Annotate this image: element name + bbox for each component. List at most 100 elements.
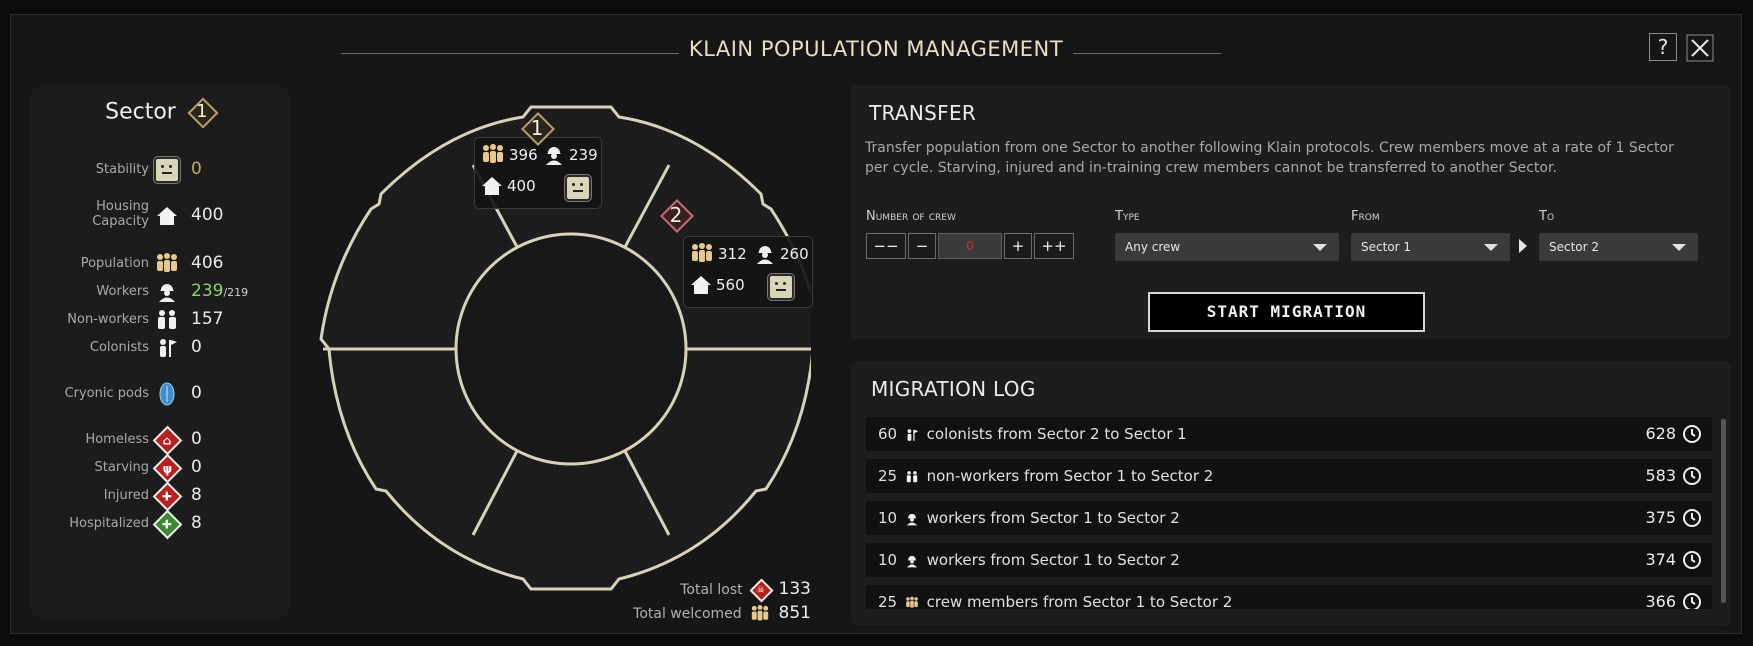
stat-hospitalized: Hospitalized ✚ 8 xyxy=(31,509,289,539)
log-entry: 10 workers from Sector 1 to Sector 2 374 xyxy=(866,543,1712,577)
worker-icon xyxy=(154,279,180,305)
stat-label: Workers xyxy=(96,284,149,299)
sector-workers: 239 xyxy=(569,146,598,164)
cryo-pod-icon xyxy=(154,381,180,407)
house-icon xyxy=(482,177,502,195)
log-scrollbar[interactable] xyxy=(1721,419,1726,603)
stat-label: Population xyxy=(80,256,149,271)
stat-value: 0 xyxy=(191,337,202,357)
population-management-window: KLAIN POPULATION MANAGEMENT ? Sector 1 S… xyxy=(10,14,1742,634)
skull-icon: ☠ xyxy=(749,577,774,603)
clock-icon xyxy=(1683,425,1701,443)
stat-non-workers: Non-workers 157 xyxy=(31,307,289,335)
sector-population: 396 xyxy=(509,146,538,164)
migration-log-list: 60 colonists from Sector 2 to Sector 1 6… xyxy=(866,417,1712,609)
crew-stepper: −− − 0 + ++ xyxy=(866,233,1074,261)
log-count: 25 xyxy=(878,593,898,609)
sector-header: Sector 1 xyxy=(31,99,289,125)
non-worker-icon xyxy=(906,470,918,482)
worker-icon xyxy=(906,555,917,567)
stat-injured: Injured ✚ 8 xyxy=(31,481,289,511)
sector-2-card[interactable]: 312 260 560 xyxy=(683,236,813,308)
total-lost-value: 133 xyxy=(778,579,811,599)
start-migration-button[interactable]: START MIGRATION xyxy=(1148,292,1425,332)
stat-value: 239/219 xyxy=(191,281,248,301)
increase-button[interactable]: + xyxy=(1004,233,1032,259)
stat-label: Homeless xyxy=(85,432,149,447)
worker-icon xyxy=(546,147,562,165)
stat-label: Cryonic pods xyxy=(64,386,149,401)
stat-stability: Stability 0 xyxy=(31,157,289,185)
neutral-face-icon xyxy=(768,274,794,300)
window-title: KLAIN POPULATION MANAGEMENT xyxy=(678,37,1074,61)
colonist-flag-icon xyxy=(154,335,180,361)
title-bar: KLAIN POPULATION MANAGEMENT xyxy=(11,37,1741,67)
from-dropdown[interactable]: Sector 1 xyxy=(1351,233,1510,261)
colonist-flag-icon xyxy=(907,428,919,441)
close-button[interactable] xyxy=(1685,33,1714,62)
close-icon xyxy=(1686,34,1714,62)
from-label: From xyxy=(1351,209,1380,224)
increase-big-button[interactable]: ++ xyxy=(1034,233,1074,259)
stat-homeless: Homeless ⌂ 0 xyxy=(31,425,289,455)
help-button[interactable]: ? xyxy=(1649,33,1677,61)
total-welcomed-value: 851 xyxy=(778,603,811,623)
decrease-big-button[interactable]: −− xyxy=(866,233,906,259)
migration-log-title: MIGRATION LOG xyxy=(871,377,1036,401)
sector-2-badge: 2 xyxy=(661,200,691,230)
log-entry: 60 colonists from Sector 2 to Sector 1 6… xyxy=(866,417,1712,451)
log-time: 366 xyxy=(1645,592,1676,609)
to-dropdown[interactable]: Sector 2 xyxy=(1539,233,1698,261)
stat-cryonic-pods: Cryonic pods 0 xyxy=(31,381,289,409)
log-entry: 25 crew members from Sector 1 to Sector … xyxy=(866,585,1712,609)
injured-icon: ✚ xyxy=(152,481,182,511)
stat-label: Non-workers xyxy=(67,312,149,327)
stat-value: 0 xyxy=(191,457,202,477)
sector-workers: 260 xyxy=(780,245,809,263)
log-text: non-workers from Sector 1 to Sector 2 xyxy=(926,467,1214,485)
stat-workers: Workers 239/219 xyxy=(31,279,289,307)
clock-icon xyxy=(1683,467,1701,485)
stat-label: Injured xyxy=(103,488,149,503)
population-icon xyxy=(906,596,918,608)
total-welcomed-label: Total welcomed xyxy=(633,606,742,622)
type-dropdown[interactable]: Any crew xyxy=(1115,233,1339,261)
stat-value: 157 xyxy=(191,309,224,329)
transfer-title: TRANSFER xyxy=(869,101,977,125)
crew-count-input[interactable]: 0 xyxy=(938,233,1002,259)
stat-value: 8 xyxy=(191,513,202,533)
log-time: 374 xyxy=(1645,550,1676,569)
log-entry: 25 non-workers from Sector 1 to Sector 2… xyxy=(866,459,1712,493)
clock-icon xyxy=(1683,509,1701,527)
homeless-icon: ⌂ xyxy=(152,425,182,455)
total-lost: Total lost ☠ 133 xyxy=(680,577,811,603)
arrow-right-icon xyxy=(1519,239,1527,253)
clock-icon xyxy=(1683,593,1701,609)
stat-label: Colonists xyxy=(89,340,149,355)
neutral-face-icon xyxy=(565,175,591,201)
log-time: 375 xyxy=(1645,508,1676,527)
log-text: colonists from Sector 2 to Sector 1 xyxy=(926,425,1187,443)
sector-1-badge: 1 xyxy=(522,113,552,143)
sector-1-card[interactable]: 396 239 400 xyxy=(474,137,602,209)
crew-count-label: Number of crew xyxy=(866,209,956,224)
population-icon xyxy=(751,605,769,621)
house-icon xyxy=(691,276,711,294)
neutral-face-icon xyxy=(154,157,180,183)
stat-label: Starving xyxy=(94,460,149,475)
sector-housing: 400 xyxy=(507,177,536,195)
log-text: crew members from Sector 1 to Sector 2 xyxy=(926,593,1233,609)
sector-housing: 560 xyxy=(716,276,745,294)
to-label: To xyxy=(1539,209,1555,224)
sector-label: Sector xyxy=(105,99,176,125)
total-lost-label: Total lost xyxy=(680,582,743,598)
house-icon xyxy=(154,203,180,229)
log-count: 25 xyxy=(878,467,898,485)
sector-ring-map: 396 239 400 1 312 260 560 2 Total lost ☠… xyxy=(311,85,813,625)
type-label: Type xyxy=(1115,209,1140,224)
transfer-description: Transfer population from one Sector to a… xyxy=(865,140,1674,176)
stat-value: 0 xyxy=(191,159,202,179)
ring-inner-circle xyxy=(454,232,688,466)
migration-log-panel: MIGRATION LOG 60 colonists from Sector 2… xyxy=(851,361,1731,625)
decrease-button[interactable]: − xyxy=(908,233,936,259)
